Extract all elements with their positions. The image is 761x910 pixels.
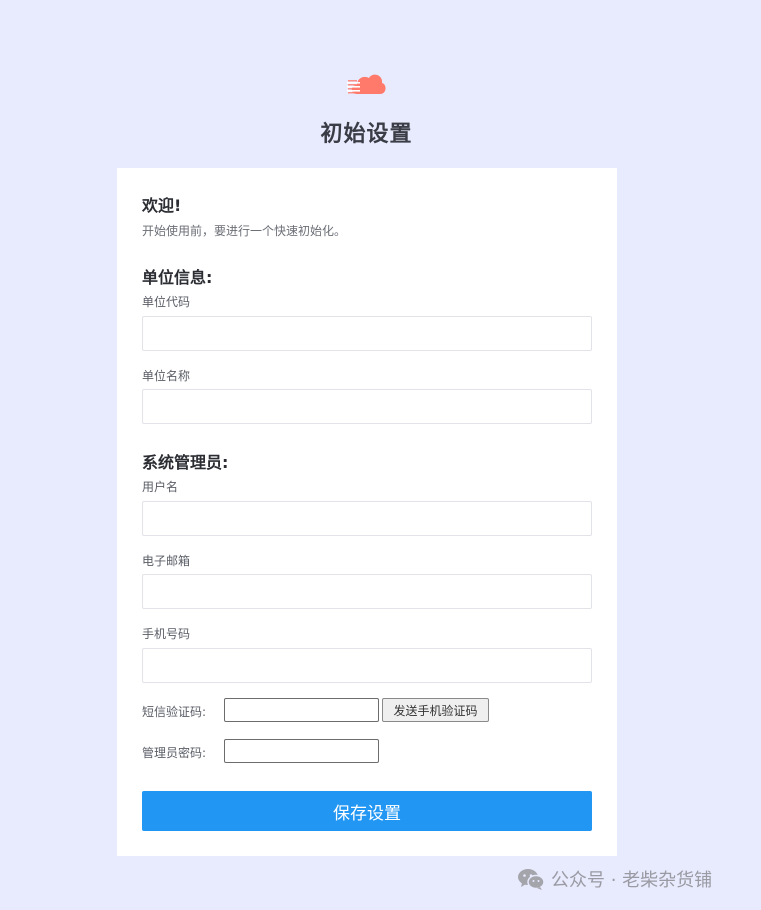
username-label: 用户名 [142,480,179,494]
org-section-title: 单位信息: [142,268,213,287]
setup-card: 欢迎! 开始使用前，要进行一个快速初始化。 单位信息: 单位代码 单位名称 系统… [117,168,617,856]
cloud-logo-icon [347,74,386,94]
org-name-label: 单位名称 [142,369,191,383]
admin-password-input[interactable] [224,739,379,763]
admin-password-label: 管理员密码: [142,746,207,760]
page-title: 初始设置 [320,122,413,147]
send-sms-code-button[interactable]: 发送手机验证码 [382,698,489,722]
phone-label: 手机号码 [142,627,191,641]
sms-code-input[interactable] [224,698,379,722]
admin-section-title: 系统管理员: [142,453,229,472]
welcome-text: 开始使用前，要进行一个快速初始化。 [142,224,347,238]
email-input[interactable] [142,574,592,609]
phone-input[interactable] [142,648,592,683]
org-code-label: 单位代码 [142,295,191,309]
welcome-title: 欢迎! [142,196,182,215]
sms-code-label: 短信验证码: [142,705,207,719]
wechat-icon [518,869,545,890]
org-code-input[interactable] [142,316,592,351]
org-name-input[interactable] [142,389,592,424]
email-label: 电子邮箱 [142,554,191,568]
save-settings-button[interactable]: 保存设置 [142,791,592,831]
watermark-text: 公众号 · 老柴杂货铺 [551,870,713,891]
username-input[interactable] [142,501,592,536]
watermark: 公众号 · 老柴杂货铺 [517,866,712,892]
